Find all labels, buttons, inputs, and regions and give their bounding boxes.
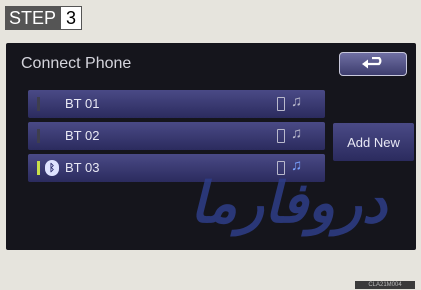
device-name: BT 02 bbox=[65, 128, 100, 143]
back-arrow-icon bbox=[362, 57, 382, 69]
add-new-button[interactable]: Add New bbox=[333, 123, 414, 161]
connection-indicator bbox=[37, 97, 40, 111]
device-name: BT 03 bbox=[65, 160, 100, 175]
step-indicator: STEP 3 bbox=[5, 6, 83, 30]
device-row-bt01[interactable]: BT 01 ♫ bbox=[28, 90, 325, 118]
device-row-bt02[interactable]: BT 02 ♫ bbox=[28, 122, 325, 150]
screen-title: Connect Phone bbox=[21, 55, 132, 72]
connection-indicator bbox=[37, 129, 40, 143]
music-icon: ♫ bbox=[291, 125, 303, 142]
phone-icon bbox=[277, 129, 285, 143]
step-number: 3 bbox=[60, 6, 83, 30]
device-name: BT 01 bbox=[65, 96, 100, 111]
image-code: CLA21M004 bbox=[355, 281, 415, 289]
bluetooth-icon: ᛒ bbox=[45, 160, 59, 176]
watermark: دروفارما bbox=[190, 170, 387, 236]
back-button[interactable] bbox=[339, 52, 407, 76]
phone-icon bbox=[277, 97, 285, 111]
step-word: STEP bbox=[5, 6, 61, 30]
connection-indicator bbox=[37, 161, 40, 175]
music-icon: ♫ bbox=[291, 93, 303, 110]
